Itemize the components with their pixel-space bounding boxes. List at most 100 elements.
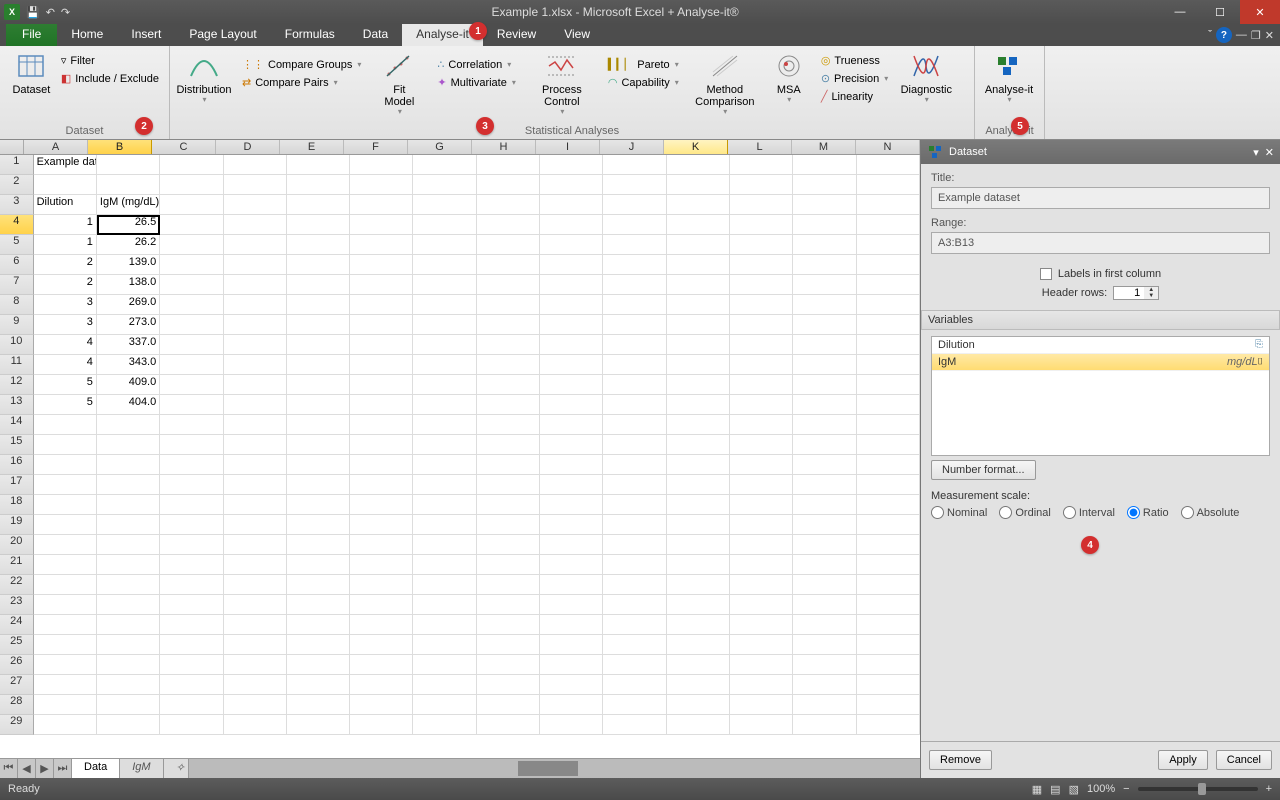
col-header-E[interactable]: E	[280, 140, 344, 154]
cell[interactable]	[857, 295, 920, 315]
cell[interactable]	[224, 195, 287, 215]
cell[interactable]	[350, 155, 413, 175]
cell[interactable]	[540, 155, 603, 175]
cell[interactable]	[34, 515, 97, 535]
cell[interactable]	[477, 315, 540, 335]
row-header[interactable]: 10	[0, 335, 34, 355]
cell[interactable]	[350, 355, 413, 375]
cell[interactable]	[603, 655, 666, 675]
cell[interactable]	[350, 275, 413, 295]
cell[interactable]	[857, 595, 920, 615]
cell[interactable]	[97, 555, 160, 575]
col-header-G[interactable]: G	[408, 140, 472, 154]
cell[interactable]	[793, 315, 856, 335]
cell[interactable]	[477, 375, 540, 395]
cell[interactable]	[793, 695, 856, 715]
doc-restore-icon[interactable]: ❐	[1251, 29, 1261, 42]
cell[interactable]	[413, 495, 476, 515]
cell[interactable]	[730, 555, 793, 575]
cell[interactable]	[477, 475, 540, 495]
cell[interactable]	[730, 475, 793, 495]
cell[interactable]	[857, 695, 920, 715]
cell[interactable]	[160, 295, 223, 315]
cell[interactable]	[477, 555, 540, 575]
cell[interactable]	[224, 575, 287, 595]
row-header[interactable]: 5	[0, 235, 34, 255]
cell[interactable]	[224, 675, 287, 695]
cell[interactable]	[97, 675, 160, 695]
cell[interactable]	[160, 355, 223, 375]
cell[interactable]: 2	[34, 255, 97, 275]
cell[interactable]	[857, 535, 920, 555]
cell[interactable]	[540, 395, 603, 415]
cell[interactable]	[793, 575, 856, 595]
cell[interactable]	[350, 495, 413, 515]
cell[interactable]	[857, 615, 920, 635]
cell[interactable]	[350, 555, 413, 575]
cell[interactable]	[603, 255, 666, 275]
cell[interactable]	[413, 675, 476, 695]
cell[interactable]	[413, 175, 476, 195]
cell[interactable]	[540, 555, 603, 575]
cell[interactable]	[287, 195, 350, 215]
cell[interactable]	[793, 255, 856, 275]
cell[interactable]	[224, 375, 287, 395]
cell[interactable]	[34, 435, 97, 455]
col-header-M[interactable]: M	[792, 140, 856, 154]
cell[interactable]	[413, 655, 476, 675]
view-break-icon[interactable]: ▧	[1069, 783, 1079, 796]
cell[interactable]	[730, 215, 793, 235]
panel-menu-icon[interactable]: ▾	[1253, 146, 1259, 159]
cell[interactable]	[477, 195, 540, 215]
cell[interactable]	[540, 655, 603, 675]
cell[interactable]	[667, 515, 730, 535]
cell[interactable]	[857, 655, 920, 675]
cell[interactable]	[224, 695, 287, 715]
cell[interactable]	[413, 355, 476, 375]
variables-list[interactable]: Dilution⎘IgMmg/dL ⌷	[931, 336, 1270, 456]
row-header[interactable]: 2	[0, 175, 34, 195]
col-header-J[interactable]: J	[600, 140, 664, 154]
cell[interactable]	[350, 395, 413, 415]
cell[interactable]	[603, 515, 666, 535]
cell[interactable]	[540, 575, 603, 595]
cell[interactable]	[730, 675, 793, 695]
cell[interactable]	[603, 635, 666, 655]
cell[interactable]	[477, 715, 540, 735]
cell[interactable]	[287, 595, 350, 615]
cell[interactable]	[730, 275, 793, 295]
remove-button[interactable]: Remove	[929, 750, 992, 770]
row-header[interactable]: 9	[0, 315, 34, 335]
redo-icon[interactable]: ↷	[61, 6, 70, 19]
cell[interactable]	[160, 435, 223, 455]
cell[interactable]	[477, 635, 540, 655]
compare-pairs-button[interactable]: ⇄Compare Pairs▾	[238, 74, 365, 91]
row-header[interactable]: 15	[0, 435, 34, 455]
cell[interactable]	[477, 155, 540, 175]
cell[interactable]	[540, 435, 603, 455]
cell[interactable]	[350, 255, 413, 275]
tab-review[interactable]: Review	[483, 24, 550, 46]
cell[interactable]	[540, 375, 603, 395]
range-input[interactable]	[931, 232, 1270, 254]
cell[interactable]	[413, 255, 476, 275]
doc-minimize-icon[interactable]: —	[1236, 29, 1247, 41]
cell[interactable]	[350, 615, 413, 635]
cell[interactable]	[603, 675, 666, 695]
cell[interactable]	[730, 535, 793, 555]
cell[interactable]	[667, 675, 730, 695]
cell[interactable]	[224, 595, 287, 615]
cell[interactable]	[477, 655, 540, 675]
labels-first-col-checkbox[interactable]	[1040, 268, 1052, 280]
cell[interactable]	[730, 375, 793, 395]
pareto-button[interactable]: ▍▎▏Pareto▾	[604, 56, 683, 73]
cell[interactable]	[793, 415, 856, 435]
row-header[interactable]: 19	[0, 515, 34, 535]
cell[interactable]	[97, 695, 160, 715]
cell[interactable]	[667, 235, 730, 255]
cell[interactable]	[160, 495, 223, 515]
cell[interactable]	[97, 155, 160, 175]
cell[interactable]	[413, 695, 476, 715]
cancel-button[interactable]: Cancel	[1216, 750, 1272, 770]
cell[interactable]	[287, 655, 350, 675]
